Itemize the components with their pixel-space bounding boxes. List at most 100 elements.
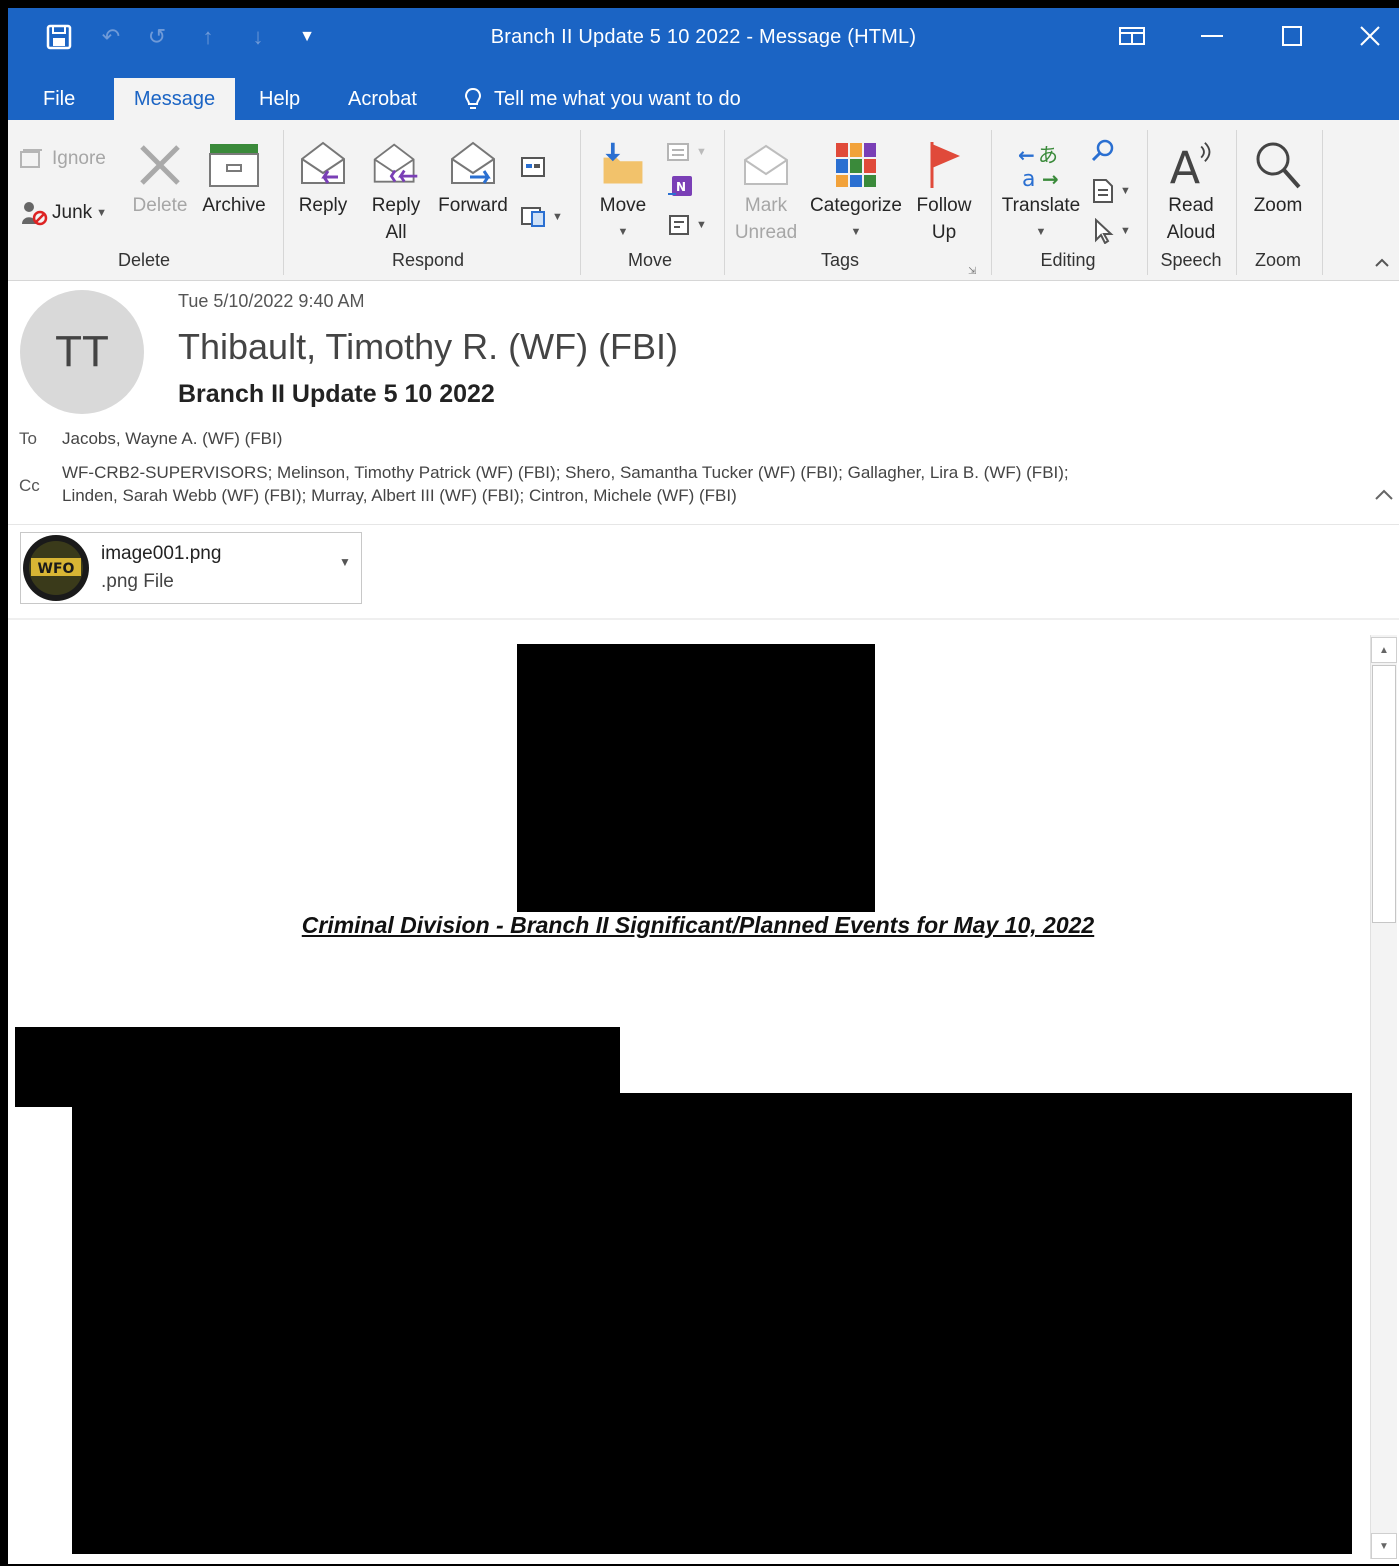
tell-me-search[interactable]: Tell me what you want to do: [464, 78, 741, 120]
ribbon-separator: [580, 130, 581, 275]
actions-icon: [669, 215, 689, 235]
ribbon-separator: [1147, 130, 1148, 275]
document-icon: [1093, 179, 1113, 203]
reply-label: Reply: [298, 195, 348, 216]
delete-label: Delete: [132, 195, 188, 216]
svg-text:→: →: [1042, 167, 1059, 190]
rules-icon[interactable]: ▼: [666, 140, 707, 164]
group-label-respond: Respond: [391, 250, 465, 270]
related-button[interactable]: ▼: [1090, 178, 1131, 204]
ribbon-display-options-icon[interactable]: [1112, 18, 1152, 54]
find-icon[interactable]: [1090, 138, 1116, 164]
svg-text:あ: あ: [1038, 143, 1058, 167]
read-aloud-label-2: Aloud: [1166, 222, 1216, 243]
move-button[interactable]: Move ▼: [592, 138, 654, 246]
chevron-down-icon: ▼: [96, 207, 108, 219]
cc-recipients-line-2[interactable]: Linden, Sarah Webb (WF) (FBI); Murray, A…: [62, 486, 737, 506]
sender-name[interactable]: Thibault, Timothy R. (WF) (FBI): [178, 326, 678, 368]
vertical-scrollbar[interactable]: ▲ ▼: [1370, 635, 1397, 1559]
svg-text:←: ←: [1018, 143, 1035, 167]
junk-button[interactable]: Junk ▼: [20, 200, 107, 226]
sent-date: Tue 5/10/2022 9:40 AM: [178, 291, 365, 311]
chevron-down-icon: ▼: [552, 211, 563, 223]
select-button[interactable]: ▼: [1090, 218, 1131, 244]
svg-text:a: a: [1022, 167, 1035, 190]
forward-label: Forward: [438, 195, 508, 216]
delete-button[interactable]: Delete: [128, 138, 192, 219]
chevron-down-icon: ▼: [850, 226, 862, 238]
svg-text:A: A: [1170, 144, 1201, 191]
categorize-icon: [831, 138, 881, 192]
forward-button[interactable]: Forward: [435, 138, 511, 219]
group-label-speech: Speech: [1160, 250, 1222, 270]
scroll-down-icon[interactable]: ▼: [1371, 1533, 1397, 1559]
to-recipients[interactable]: Jacobs, Wayne A. (WF) (FBI): [62, 429, 282, 449]
lightbulb-icon: [464, 87, 482, 109]
cc-recipients-line-1[interactable]: WF-CRB2-SUPERVISORS; Melinson, Timothy P…: [62, 463, 1069, 483]
chevron-down-icon[interactable]: ▼: [339, 555, 351, 569]
tab-help[interactable]: Help: [249, 78, 310, 120]
reply-all-icon: [371, 138, 421, 192]
tab-file[interactable]: File: [33, 78, 85, 120]
actions-button[interactable]: ▼: [666, 212, 707, 238]
follow-up-button[interactable]: Follow Up: [911, 138, 977, 246]
meeting-reply-icon[interactable]: [520, 154, 546, 180]
forward-icon: [448, 138, 498, 192]
onenote-icon[interactable]: N: [666, 174, 694, 200]
ignore-label: Ignore: [52, 148, 106, 169]
dialog-launcher-icon[interactable]: ⇲: [968, 266, 976, 277]
translate-button[interactable]: ← あ a → Translate ▼: [998, 138, 1084, 246]
tell-me-label: Tell me what you want to do: [494, 87, 741, 110]
categorize-button[interactable]: Categorize ▼: [807, 138, 905, 246]
scroll-thumb[interactable]: [1372, 665, 1396, 923]
svg-text:N: N: [676, 180, 686, 194]
avatar: TT: [20, 290, 144, 414]
im-reply-icon: [521, 207, 545, 227]
archive-button[interactable]: Archive: [198, 138, 270, 219]
minimize-icon[interactable]: [1192, 18, 1232, 54]
collapse-header-icon[interactable]: [1373, 488, 1397, 512]
junk-label: Junk: [52, 202, 93, 223]
tab-acrobat[interactable]: Acrobat: [338, 78, 427, 120]
translate-label: Translate: [1001, 195, 1081, 216]
reply-button[interactable]: Reply: [295, 138, 351, 219]
collapse-ribbon-icon[interactable]: [1374, 256, 1390, 268]
reply-all-label-1: Reply: [371, 195, 421, 216]
close-icon[interactable]: [1350, 18, 1390, 54]
chevron-down-icon: ▼: [1120, 225, 1131, 237]
chevron-down-icon: ▼: [696, 146, 707, 158]
attachment-type: .png File: [101, 571, 174, 592]
move-folder-icon: [598, 138, 648, 192]
zoom-button[interactable]: Zoom: [1244, 138, 1312, 219]
read-aloud-button[interactable]: A Read Aloud: [1156, 138, 1226, 246]
junk-icon: [22, 202, 48, 226]
header-divider: [8, 524, 1399, 525]
flag-icon: [919, 138, 969, 192]
to-label: To: [19, 429, 37, 448]
ribbon-separator: [724, 130, 725, 275]
group-label-tags: Tags: [820, 250, 860, 270]
group-label-move: Move: [627, 250, 672, 270]
categorize-label: Categorize: [810, 195, 902, 216]
redacted-image: [517, 644, 875, 912]
follow-up-label-2: Up: [931, 222, 957, 243]
ignore-button[interactable]: Ignore: [20, 148, 106, 170]
redacted-block: [72, 1093, 1352, 1554]
scroll-up-icon[interactable]: ▲: [1371, 637, 1397, 663]
mark-unread-label-1: Mark: [744, 195, 788, 216]
maximize-icon[interactable]: [1272, 18, 1312, 54]
mark-unread-button[interactable]: Mark Unread: [732, 138, 800, 246]
group-label-editing: Editing: [1040, 250, 1096, 270]
archive-label: Archive: [202, 195, 266, 216]
attachment-name: image001.png: [101, 543, 222, 564]
reply-all-button[interactable]: Reply All: [365, 138, 427, 246]
attachment-thumbnail: WFO: [23, 535, 89, 601]
move-label: Move: [599, 195, 647, 216]
wfo-logo-text: WFO: [38, 561, 75, 577]
ribbon-separator: [1236, 130, 1237, 275]
ribbon-separator: [1322, 130, 1323, 275]
attachment-card[interactable]: WFO image001.png .png File ▼: [20, 532, 362, 604]
more-respond-button[interactable]: ▼: [520, 204, 563, 230]
tab-message[interactable]: Message: [114, 78, 235, 120]
cursor-icon: [1095, 218, 1114, 244]
